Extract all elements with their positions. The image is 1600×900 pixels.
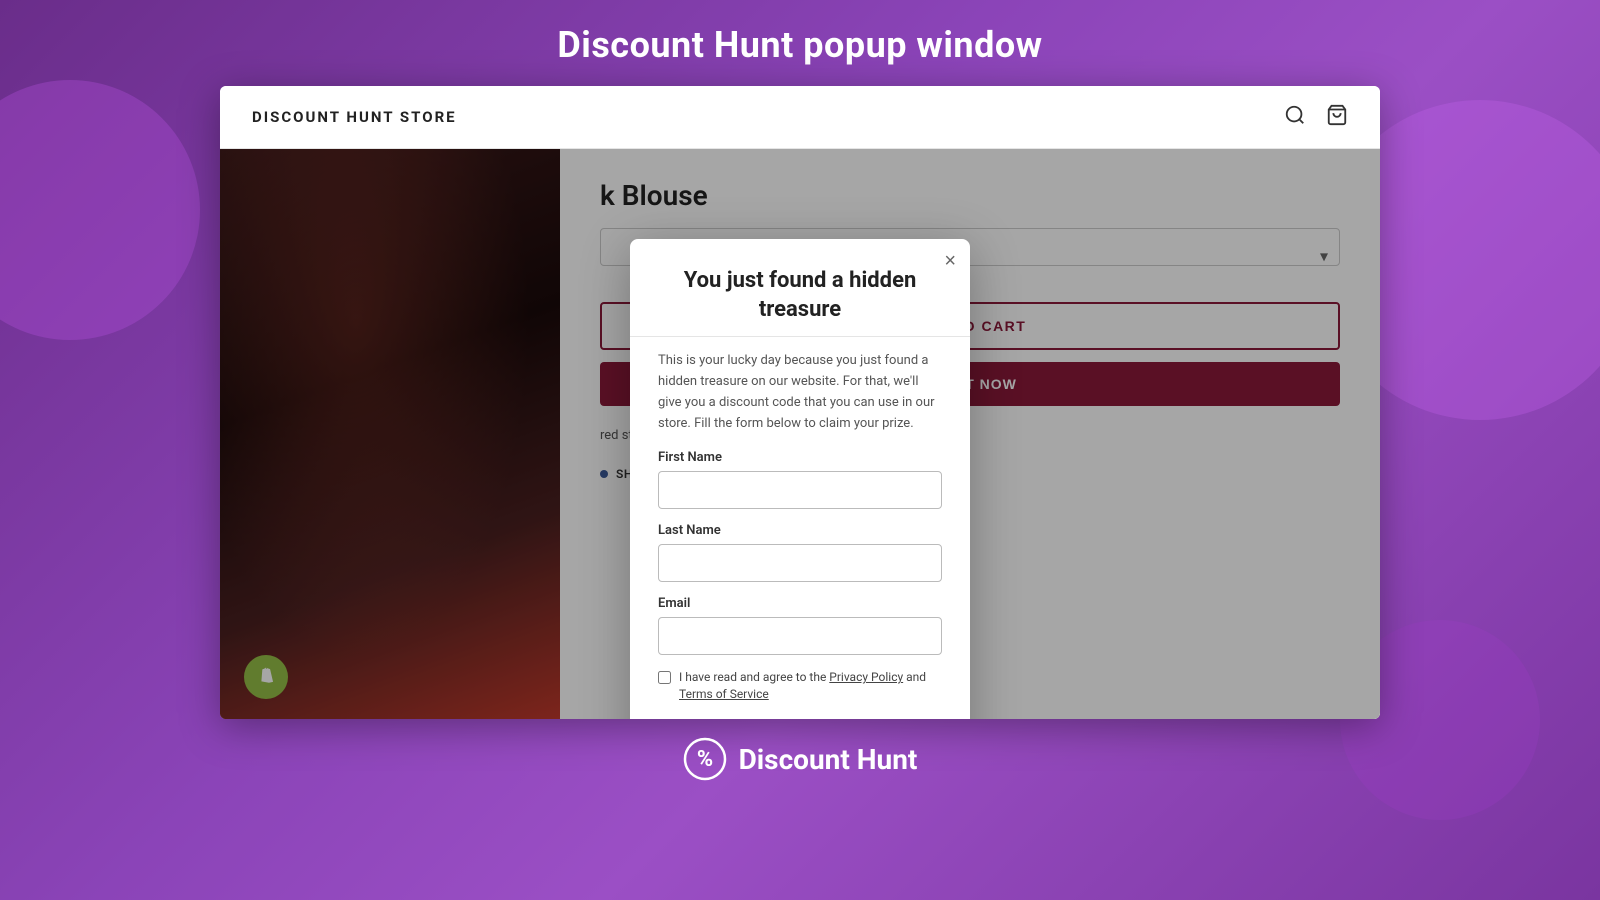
last-name-label: Last Name [658,523,942,538]
privacy-policy-link[interactable]: Privacy Policy [829,670,903,684]
store-header: DISCOUNT HUNT STORE [220,86,1380,149]
discount-hunt-logo-icon: % [683,737,727,781]
store-logo: DISCOUNT HUNT STORE [252,108,457,126]
checkbox-label[interactable]: I have read and agree to the Privacy Pol… [679,669,942,703]
page-title: Discount Hunt popup window [0,24,1600,66]
svg-text:%: % [696,747,712,772]
footer-brand-name: Discount Hunt [739,743,918,776]
first-name-group: First Name [658,450,942,509]
discount-modal: × You just found a hidden treasure This … [630,239,970,719]
last-name-input[interactable] [658,544,942,582]
last-name-group: Last Name [658,523,942,582]
email-label: Email [658,596,942,611]
search-icon[interactable] [1284,104,1306,130]
store-body: k Blouse ▾ ADD TO CART BUY IT NOW red st… [220,149,1380,719]
checkbox-row: I have read and agree to the Privacy Pol… [658,669,942,703]
terms-link[interactable]: Terms of Service [679,687,769,701]
modal-close-button[interactable]: × [944,251,956,271]
modal-description: This is your lucky day because you just … [658,351,942,434]
modal-backdrop: × You just found a hidden treasure This … [220,149,1380,719]
email-group: Email [658,596,942,655]
modal-divider [630,336,970,337]
page-title-bar: Discount Hunt popup window [0,0,1600,86]
store-header-icons [1284,104,1348,130]
browser-window: DISCOUNT HUNT STORE k Blouse [220,86,1380,719]
agree-checkbox[interactable] [658,671,671,684]
cart-icon[interactable] [1326,104,1348,130]
footer-logo: % Discount Hunt [683,737,918,781]
first-name-label: First Name [658,450,942,465]
modal-title: You just found a hidden treasure [658,267,942,324]
first-name-input[interactable] [658,471,942,509]
footer-bar: % Discount Hunt [0,719,1600,799]
email-input[interactable] [658,617,942,655]
